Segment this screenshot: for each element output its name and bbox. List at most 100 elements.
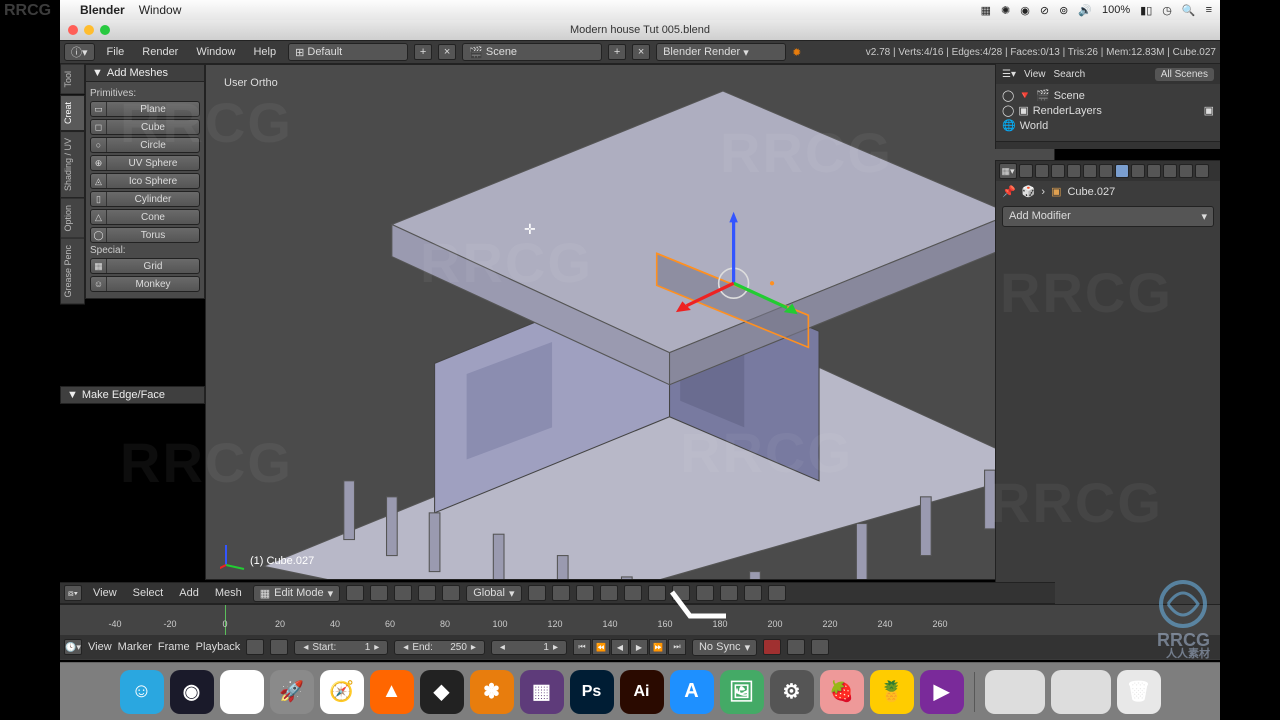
operator-panel-header[interactable]: ▼ Make Edge/Face xyxy=(60,386,205,404)
add-modifier-button[interactable]: Add Modifier▾ xyxy=(1002,206,1214,227)
outliner-filter[interactable]: All Scenes xyxy=(1155,68,1214,81)
tab-texture[interactable] xyxy=(1163,164,1177,178)
menu-icon[interactable]: ≡ xyxy=(1206,4,1212,16)
add-monkey-button[interactable]: ☺Monkey xyxy=(90,276,200,292)
add-circle-button[interactable]: ○Circle xyxy=(90,137,200,153)
maximize-button[interactable] xyxy=(100,25,110,35)
dock-app2-icon[interactable]: 🍍 xyxy=(870,670,914,714)
editor-type-icon[interactable]: ▦▾ xyxy=(999,163,1017,179)
tab-object[interactable] xyxy=(1083,164,1097,178)
add-icosphere-button[interactable]: ◬Ico Sphere xyxy=(90,173,200,189)
dock-unity-icon[interactable]: ◆ xyxy=(420,670,464,714)
current-frame-field[interactable]: ◂1▸ xyxy=(491,640,567,655)
orientation-select[interactable]: Global▾ xyxy=(466,585,521,602)
editor-type-icon[interactable]: 🕓▾ xyxy=(64,639,82,655)
outliner-search[interactable]: Search xyxy=(1053,69,1085,80)
layers-icon[interactable] xyxy=(528,585,546,601)
jump-end-button[interactable]: ⏭ xyxy=(668,639,686,655)
dock-illustrator-icon[interactable]: Ai xyxy=(620,670,664,714)
menu-view[interactable]: View xyxy=(88,641,112,653)
tab-world[interactable] xyxy=(1067,164,1081,178)
sel-edge-icon[interactable] xyxy=(576,585,594,601)
status-icon[interactable]: ✺ xyxy=(1001,4,1010,17)
limit-selection-icon[interactable] xyxy=(624,585,642,601)
dock-vlc-icon[interactable]: ▲ xyxy=(370,670,414,714)
dock-app1-icon[interactable]: 🍓 xyxy=(820,670,864,714)
menu-marker[interactable]: Marker xyxy=(118,641,152,653)
autokey-icon[interactable] xyxy=(763,639,781,655)
start-frame-field[interactable]: ◂Start:1▸ xyxy=(294,640,388,655)
manip-rotate-icon[interactable] xyxy=(418,585,436,601)
add-grid-button[interactable]: ▦Grid xyxy=(90,258,200,274)
play-button[interactable]: ▶ xyxy=(630,639,648,655)
menu-file[interactable]: File xyxy=(101,46,131,58)
outliner-scrollbar[interactable] xyxy=(996,141,1220,149)
panel-header[interactable]: ▼ Add Meshes xyxy=(85,64,205,82)
spotlight-icon[interactable]: 🔍 xyxy=(1182,4,1196,17)
del-layout-button[interactable]: × xyxy=(438,44,456,60)
tab-grease-pencil[interactable]: Grease Penc xyxy=(60,238,85,305)
dock-minimized-window[interactable] xyxy=(985,670,1045,714)
play-reverse-button[interactable]: ◀ xyxy=(611,639,629,655)
dock-chrome-icon[interactable]: ◯ xyxy=(220,670,264,714)
prop-edit-icon[interactable] xyxy=(648,585,666,601)
keyframe-prev-button[interactable]: ⏪ xyxy=(592,639,610,655)
dock-preview-icon[interactable]: 🖼 xyxy=(720,670,764,714)
pivot-icon[interactable] xyxy=(370,585,388,601)
tab-create[interactable]: Creat xyxy=(60,95,85,131)
tab-options[interactable]: Option xyxy=(60,198,85,239)
paste-icon[interactable] xyxy=(768,585,786,601)
sync-select[interactable]: No Sync▾ xyxy=(692,639,757,656)
pin-icon[interactable]: 📌 xyxy=(1002,185,1016,198)
3d-viewport[interactable]: User Ortho xyxy=(205,64,1055,580)
outliner-view[interactable]: View xyxy=(1024,69,1046,80)
end-frame-field[interactable]: ◂End:250▸ xyxy=(394,640,485,655)
dock-launchpad-icon[interactable]: 🚀 xyxy=(270,670,314,714)
outliner-icon[interactable]: ☰▾ xyxy=(1002,69,1016,80)
dock-photoshop-icon[interactable]: Ps xyxy=(570,670,614,714)
range-icon[interactable] xyxy=(246,639,264,655)
add-torus-button[interactable]: ◯Torus xyxy=(90,227,200,243)
dock-trash-icon[interactable]: 🗑 xyxy=(1117,670,1161,714)
dock-siri-icon[interactable]: ◉ xyxy=(170,670,214,714)
status-icon[interactable]: ◉ xyxy=(1020,4,1030,17)
clock-icon[interactable]: ◷ xyxy=(1162,4,1172,17)
menu-render[interactable]: Render xyxy=(136,46,184,58)
screen-layout-select[interactable]: ⊞ Default xyxy=(288,43,408,61)
menu-help[interactable]: Help xyxy=(247,46,282,58)
dock-settings-icon[interactable]: ⚙ xyxy=(770,670,814,714)
menu-app[interactable]: Blender xyxy=(80,3,125,17)
mode-select[interactable]: ▦Edit Mode▾ xyxy=(253,585,340,602)
menu-mesh[interactable]: Mesh xyxy=(210,587,247,599)
add-cylinder-button[interactable]: ▯Cylinder xyxy=(90,191,200,207)
dock-aseprite-icon[interactable]: ▦ xyxy=(520,670,564,714)
add-scene-button[interactable]: + xyxy=(608,44,626,60)
tab-scene[interactable] xyxy=(1051,164,1065,178)
keying-set-icon[interactable] xyxy=(787,639,805,655)
dock-safari-icon[interactable]: 🧭 xyxy=(320,670,364,714)
lock-icon[interactable] xyxy=(270,639,288,655)
menu-add[interactable]: Add xyxy=(174,587,204,599)
sel-face-icon[interactable] xyxy=(600,585,618,601)
editor-type-icon[interactable]: ⓘ▾ xyxy=(64,43,95,61)
dock-app3-icon[interactable]: ▶ xyxy=(920,670,964,714)
menu-window[interactable]: Window xyxy=(190,46,241,58)
copy-icon[interactable] xyxy=(744,585,762,601)
status-icon[interactable]: ⊘ xyxy=(1040,4,1049,17)
sel-vertex-icon[interactable] xyxy=(552,585,570,601)
manip-scale-icon[interactable] xyxy=(442,585,460,601)
editor-type-icon[interactable]: ⧇▾ xyxy=(64,585,82,601)
tab-physics[interactable] xyxy=(1195,164,1209,178)
tab-data[interactable] xyxy=(1131,164,1145,178)
tree-world[interactable]: 🌐World xyxy=(1002,118,1214,133)
dock-finder-icon[interactable]: ☺ xyxy=(120,670,164,714)
add-cube-button[interactable]: ◻Cube xyxy=(90,119,200,135)
wifi-icon[interactable]: ⊚ xyxy=(1059,4,1068,17)
dock-appstore-icon[interactable]: A xyxy=(670,670,714,714)
menu-playback[interactable]: Playback xyxy=(196,641,241,653)
scene-select[interactable]: 🎬 Scene xyxy=(462,43,602,61)
dock-minimized-window[interactable] xyxy=(1051,670,1111,714)
tab-material[interactable] xyxy=(1147,164,1161,178)
tab-renderlayers[interactable] xyxy=(1035,164,1049,178)
tab-render[interactable] xyxy=(1019,164,1033,178)
